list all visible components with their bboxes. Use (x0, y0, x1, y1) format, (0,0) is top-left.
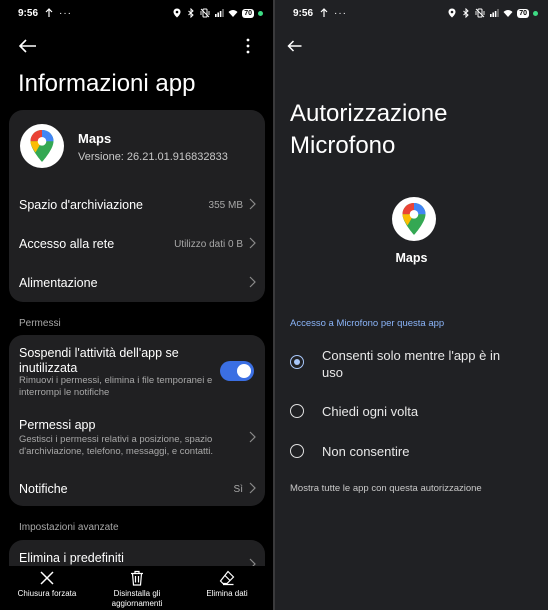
location-icon (448, 8, 456, 18)
bottom-action-bar: Chiusura forzata Disinstalla gli aggiorn… (0, 566, 273, 610)
battery-indicator: 70 (517, 8, 529, 18)
notifications-row[interactable]: Notifiche Sì (9, 470, 265, 506)
app-header: Maps Versione: 26.21.01.916832833 (9, 110, 265, 186)
more-notifications-icon: ··· (334, 7, 348, 19)
notifications-value: Sì (233, 484, 243, 495)
microphone-permission-screen: 9:56 ··· 70 Autorizzazione Microfono Map… (275, 0, 548, 610)
toggle-knob (237, 364, 251, 378)
permissions-section-header: Permessi (19, 318, 61, 329)
dont-allow-label: Non consentire (322, 444, 410, 459)
wifi-icon (228, 10, 238, 17)
suspend-inactive-subtitle: Rimuovi i permessi, elimina i file tempo… (19, 375, 213, 398)
status-time: 9:56 (18, 7, 39, 19)
chevron-right-icon (249, 237, 256, 249)
show-all-apps-link[interactable]: Mostra tutte le app con questa autorizza… (290, 483, 482, 494)
location-icon (173, 8, 181, 18)
allow-while-in-use-option[interactable]: Consenti solo mentre l'app è in uso (290, 347, 535, 383)
allow-while-in-use-label: Consenti solo mentre l'app è in uso (322, 348, 501, 380)
eraser-icon (219, 570, 235, 586)
force-stop-button[interactable]: Chiusura forzata (7, 570, 87, 599)
network-access-label: Accesso alla rete (19, 237, 115, 251)
permissions-card: Sospendi l'attività dell'app se inutiliz… (9, 335, 265, 506)
app-permissions-row[interactable]: Permessi app Gestisci i permessi relativ… (9, 413, 265, 463)
ask-every-time-label: Chiedi ogni volta (322, 404, 419, 419)
storage-row[interactable]: Spazio d'archiviazione 355 MB (9, 186, 265, 224)
force-stop-label: Chiusura forzata (17, 589, 77, 598)
dont-allow-radio[interactable] (290, 444, 304, 458)
signal-icon (215, 9, 225, 17)
dont-allow-option[interactable]: Non consentire (290, 443, 535, 463)
clear-data-label: Elimina dati (206, 589, 248, 598)
advanced-section-header: Impostazioni avanzate (19, 522, 119, 533)
app-icon (392, 197, 436, 241)
top-app-bar (18, 36, 255, 58)
page-title-line2: Microfono (290, 132, 396, 159)
app-permissions-subtitle: Gestisci i permessi relativi a posizione… (19, 434, 214, 457)
battery-indicator: 70 (242, 8, 254, 18)
microphone-access-section-header: Accesso a Microfono per questa app (290, 318, 445, 329)
uninstall-updates-label: Disinstalla gli aggiornamenti (111, 589, 163, 608)
vibrate-icon (200, 8, 210, 18)
chevron-right-icon (249, 431, 256, 443)
status-bar: 9:56 ··· 70 (275, 0, 548, 26)
more-vert-icon[interactable] (241, 36, 255, 56)
chevron-right-icon (249, 276, 256, 288)
clear-data-button[interactable]: Elimina dati (187, 570, 267, 599)
trash-icon (131, 570, 143, 586)
bluetooth-icon (463, 8, 469, 18)
status-bar: 9:56 ··· 70 (0, 0, 273, 26)
network-access-value: Utilizzo dati 0 B (174, 239, 243, 250)
upload-arrow-icon (320, 8, 328, 17)
bluetooth-icon (188, 8, 194, 18)
chevron-right-icon (249, 198, 256, 210)
battery-label: Alimentazione (19, 276, 98, 290)
notifications-label: Notifiche (19, 482, 68, 496)
close-icon (40, 571, 54, 585)
vibrate-icon (475, 8, 485, 18)
allow-while-in-use-radio[interactable] (290, 355, 304, 369)
app-name: Maps (395, 251, 428, 265)
upload-arrow-icon (45, 8, 53, 17)
app-name: Maps (78, 131, 112, 146)
status-time: 9:56 (293, 7, 314, 19)
chevron-right-icon (249, 482, 256, 494)
app-info-screen: 9:56 ··· 70 Informazioni app Maps Versio… (0, 0, 273, 610)
google-maps-pin-icon (30, 130, 54, 162)
wifi-icon (503, 10, 513, 17)
privacy-indicator-dot (258, 10, 263, 16)
back-arrow-icon[interactable] (287, 38, 303, 54)
suspend-inactive-toggle[interactable] (220, 361, 254, 381)
storage-value: 355 MB (208, 200, 243, 211)
storage-label: Spazio d'archiviazione (19, 198, 143, 212)
page-title: Informazioni app (18, 70, 196, 97)
battery-row[interactable]: Alimentazione (9, 264, 265, 302)
ask-every-time-radio[interactable] (290, 404, 304, 418)
privacy-indicator-dot (533, 10, 538, 16)
signal-icon (490, 9, 500, 17)
clear-defaults-label: Elimina i predefiniti (19, 551, 124, 565)
uninstall-updates-button[interactable]: Disinstalla gli aggiornamenti (97, 570, 177, 609)
app-info-card: Maps Versione: 26.21.01.916832833 Spazio… (9, 110, 265, 302)
page-title-line1: Autorizzazione (290, 100, 448, 127)
app-version: Versione: 26.21.01.916832833 (78, 151, 228, 163)
suspend-inactive-row[interactable]: Sospendi l'attività dell'app se inutiliz… (9, 335, 265, 399)
network-access-row[interactable]: Accesso alla rete Utilizzo dati 0 B (9, 225, 265, 263)
google-maps-pin-icon (402, 203, 426, 235)
app-icon (20, 124, 64, 168)
back-arrow-icon[interactable] (18, 36, 38, 56)
more-notifications-icon: ··· (59, 7, 73, 19)
page-title: Autorizzazione Microfono (290, 98, 447, 162)
suspend-inactive-title: Sospendi l'attività dell'app se inutiliz… (19, 346, 179, 375)
ask-every-time-option[interactable]: Chiedi ogni volta (290, 403, 535, 423)
app-permissions-title: Permessi app (19, 418, 96, 432)
